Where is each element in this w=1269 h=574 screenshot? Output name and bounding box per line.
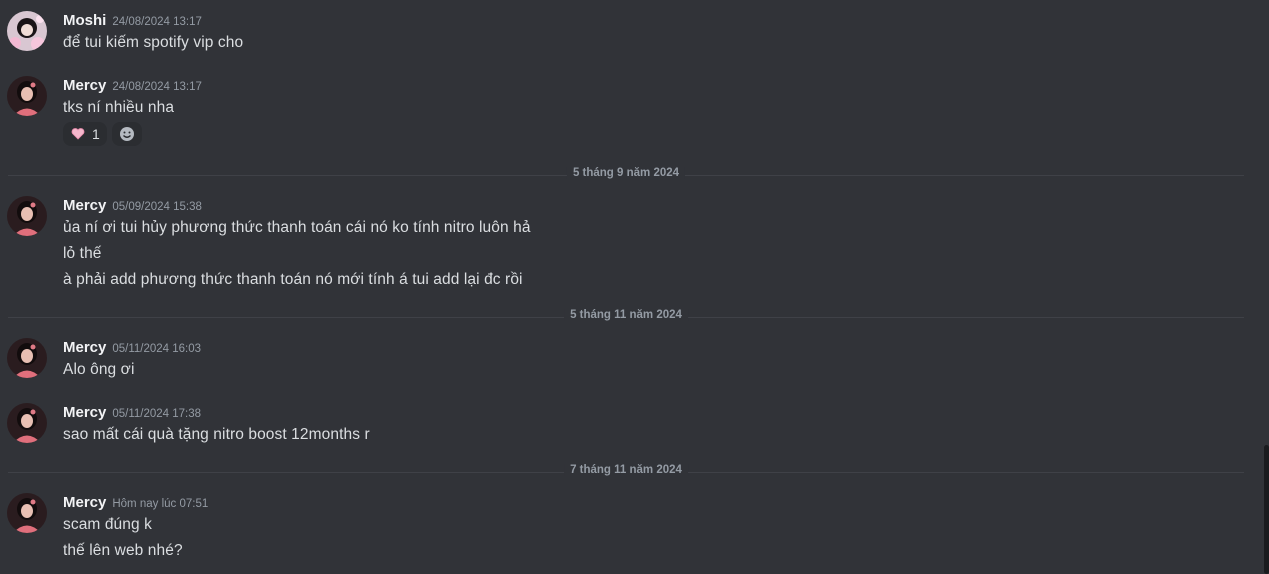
message-header: Mercy 05/09/2024 15:38 <box>63 197 202 215</box>
username[interactable]: Mercy <box>63 404 106 421</box>
username[interactable]: Mercy <box>63 197 106 214</box>
message-text: scam đúng k <box>63 516 152 533</box>
heart-emoji-icon <box>71 128 85 140</box>
avatar[interactable] <box>7 196 47 236</box>
username[interactable]: Moshi <box>63 12 106 29</box>
message-text: Alo ông ơi <box>63 361 135 378</box>
message-text: tks ní nhiều nha <box>63 99 175 116</box>
avatar[interactable] <box>7 493 47 533</box>
timestamp: 05/11/2024 17:38 <box>112 408 202 420</box>
timestamp: 05/09/2024 15:38 <box>112 201 202 213</box>
date-divider-label: 5 tháng 11 năm 2024 <box>564 309 688 321</box>
message-text: ủa ní ơi tui hủy phương thức thanh toán … <box>63 219 531 236</box>
timestamp: 05/11/2024 16:03 <box>112 343 202 355</box>
timestamp: 24/08/2024 13:17 <box>112 81 202 93</box>
avatar[interactable] <box>7 338 47 378</box>
avatar[interactable] <box>7 76 47 116</box>
avatar[interactable] <box>7 403 47 443</box>
message-header: Mercy 24/08/2024 13:17 <box>63 77 202 95</box>
date-divider: 5 tháng 9 năm 2024 <box>8 167 1244 179</box>
message-header: Mercy 05/11/2024 16:03 <box>63 339 201 357</box>
username[interactable]: Mercy <box>63 494 106 511</box>
date-divider: 5 tháng 11 năm 2024 <box>8 309 1244 321</box>
timestamp: Hôm nay lúc 07:51 <box>112 498 209 510</box>
message-header: Moshi 24/08/2024 13:17 <box>63 12 202 30</box>
add-reaction-icon <box>120 127 134 141</box>
timestamp: 24/08/2024 13:17 <box>112 16 202 28</box>
username[interactable]: Mercy <box>63 339 106 356</box>
date-divider-label: 7 tháng 11 năm 2024 <box>564 464 688 476</box>
message-text: lỏ thế <box>63 245 102 262</box>
message-header: Mercy 05/11/2024 17:38 <box>63 404 201 422</box>
avatar[interactable] <box>7 11 47 51</box>
message-text: để tui kiếm spotify vip cho <box>63 34 244 51</box>
message-text: sao mất cái quà tặng nitro boost 12month… <box>63 426 370 443</box>
reaction-count: 1 <box>92 126 100 142</box>
add-reaction-button[interactable] <box>112 122 142 146</box>
message-text: thế lên web nhé? <box>63 542 183 559</box>
message-text: à phải add phương thức thanh toán nó mới… <box>63 271 523 288</box>
message-header: Mercy Hôm nay lúc 07:51 <box>63 494 208 512</box>
date-divider-label: 5 tháng 9 năm 2024 <box>566 167 686 179</box>
username[interactable]: Mercy <box>63 77 106 94</box>
scrollbar-thumb[interactable] <box>1264 445 1269 574</box>
date-divider: 7 tháng 11 năm 2024 <box>8 464 1244 476</box>
message-list: Moshi 24/08/2024 13:17 để tui kiếm spotif… <box>0 0 1262 574</box>
reaction-heart[interactable]: 1 <box>63 122 107 146</box>
